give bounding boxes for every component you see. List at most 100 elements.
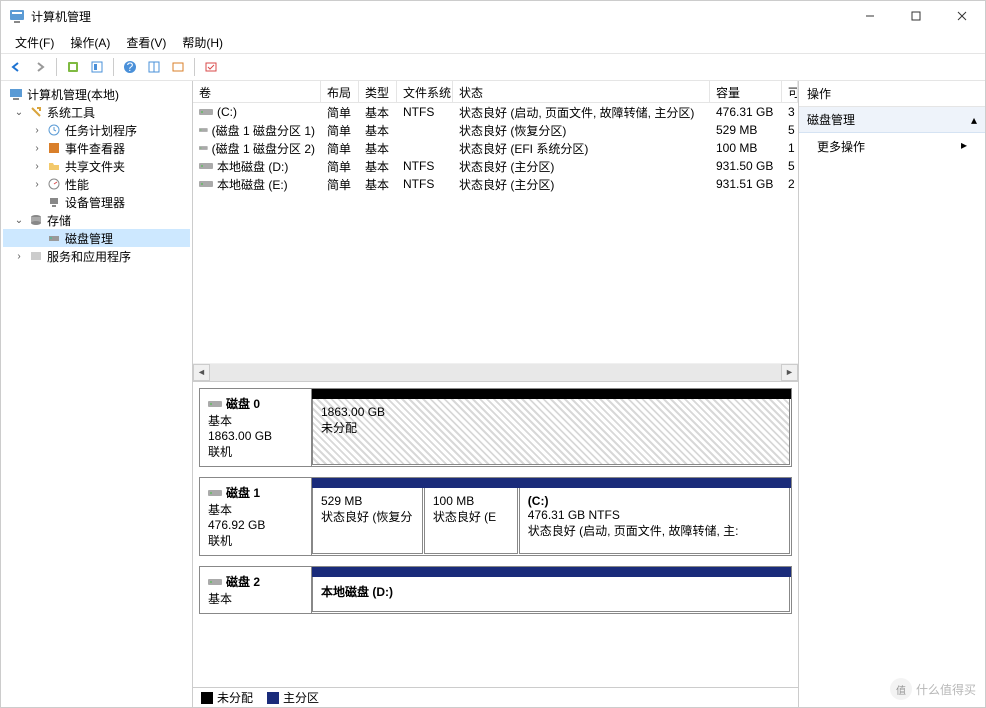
toolbar-btn-1[interactable]	[62, 56, 84, 78]
expand-icon[interactable]: ›	[31, 161, 43, 172]
expand-icon[interactable]: ›	[31, 143, 43, 154]
toolbar-separator	[56, 58, 57, 76]
storage-icon	[28, 212, 44, 228]
col-fs[interactable]: 文件系统	[397, 81, 453, 102]
tree-label: 设备管理器	[65, 194, 125, 211]
partition[interactable]: 100 MB状态良好 (E	[424, 488, 518, 554]
computer-icon	[8, 86, 24, 102]
disk-block[interactable]: 磁盘 0基本1863.00 GB联机1863.00 GB未分配	[199, 388, 792, 467]
app-icon	[9, 8, 25, 24]
toolbar-separator	[113, 58, 114, 76]
scroll-left-icon[interactable]: ◄	[193, 364, 210, 381]
menu-action[interactable]: 操作(A)	[62, 32, 118, 53]
volume-list-header: 卷 布局 类型 文件系统 状态 容量 可	[193, 81, 798, 103]
volume-list[interactable]: (C:)简单基本NTFS状态良好 (启动, 页面文件, 故障转储, 主分区)47…	[193, 103, 798, 193]
close-button[interactable]	[939, 1, 985, 31]
maximize-button[interactable]	[893, 1, 939, 31]
volume-row[interactable]: (磁盘 1 磁盘分区 2)简单基本状态良好 (EFI 系统分区)100 MB1	[193, 139, 798, 157]
tree-label: 事件查看器	[65, 140, 125, 157]
device-icon	[46, 194, 62, 210]
tree-services-apps[interactable]: › 服务和应用程序	[3, 247, 190, 265]
legend-primary: 主分区	[267, 689, 319, 706]
partition[interactable]: 1863.00 GB未分配	[312, 399, 790, 465]
perf-icon	[46, 176, 62, 192]
collapse-icon[interactable]: ▴	[971, 113, 977, 127]
partition[interactable]: 本地磁盘 (D:)	[312, 577, 790, 612]
tree-system-tools[interactable]: ⌄ 系统工具	[3, 103, 190, 121]
center-pane: 卷 布局 类型 文件系统 状态 容量 可 (C:)简单基本NTFS状态良好 (启…	[193, 81, 799, 707]
expand-icon[interactable]: ›	[31, 179, 43, 190]
col-layout[interactable]: 布局	[321, 81, 359, 102]
col-volume[interactable]: 卷	[193, 81, 321, 102]
tree-label: 计算机管理(本地)	[27, 86, 119, 103]
disk-block[interactable]: 磁盘 2基本本地磁盘 (D:)	[199, 566, 792, 614]
tree-performance[interactable]: › 性能	[3, 175, 190, 193]
col-status[interactable]: 状态	[453, 81, 710, 102]
nav-tree[interactable]: 计算机管理(本地) ⌄ 系统工具 › 任务计划程序 › 事件查看器 › 共享文件…	[1, 81, 193, 707]
main-area: 计算机管理(本地) ⌄ 系统工具 › 任务计划程序 › 事件查看器 › 共享文件…	[1, 81, 985, 707]
actions-section[interactable]: 磁盘管理 ▴	[799, 107, 985, 133]
toolbar-btn-2[interactable]	[86, 56, 108, 78]
h-scrollbar[interactable]: ◄ ►	[193, 363, 798, 381]
actions-pane: 操作 磁盘管理 ▴ 更多操作 ▸	[799, 81, 985, 707]
col-type[interactable]: 类型	[359, 81, 397, 102]
minimize-button[interactable]	[847, 1, 893, 31]
partition[interactable]: (C:)476.31 GB NTFS状态良好 (启动, 页面文件, 故障转储, …	[519, 488, 790, 554]
menu-file[interactable]: 文件(F)	[7, 32, 62, 53]
tree-label: 磁盘管理	[65, 230, 113, 247]
toolbar-btn-4[interactable]	[167, 56, 189, 78]
disk-graphic-pane[interactable]: 磁盘 0基本1863.00 GB联机1863.00 GB未分配 磁盘 1基本47…	[193, 381, 798, 687]
legend: 未分配 主分区	[193, 687, 798, 707]
collapse-icon[interactable]: ⌄	[13, 107, 25, 118]
toolbar-separator	[194, 58, 195, 76]
menubar: 文件(F) 操作(A) 查看(V) 帮助(H)	[1, 31, 985, 53]
volume-row[interactable]: (C:)简单基本NTFS状态良好 (启动, 页面文件, 故障转储, 主分区)47…	[193, 103, 798, 121]
col-free[interactable]: 可	[782, 81, 798, 102]
volume-row[interactable]: 本地磁盘 (E:)简单基本NTFS状态良好 (主分区)931.51 GB2	[193, 175, 798, 193]
tree-label: 服务和应用程序	[47, 248, 131, 265]
tools-icon	[28, 104, 44, 120]
titlebar: 计算机管理	[1, 1, 985, 31]
menu-view[interactable]: 查看(V)	[118, 32, 174, 53]
event-icon	[46, 140, 62, 156]
tree-label: 系统工具	[47, 104, 95, 121]
tree-task-scheduler[interactable]: › 任务计划程序	[3, 121, 190, 139]
clock-icon	[46, 122, 62, 138]
collapse-icon[interactable]: ⌄	[13, 215, 25, 226]
scroll-track[interactable]	[210, 364, 781, 381]
disk-block[interactable]: 磁盘 1基本476.92 GB联机529 MB状态良好 (恢复分100 MB状态…	[199, 477, 792, 556]
submenu-icon: ▸	[961, 138, 967, 152]
toolbar: ?	[1, 53, 985, 81]
tree-root[interactable]: 计算机管理(本地)	[3, 85, 190, 103]
forward-button[interactable]	[29, 56, 51, 78]
scroll-right-icon[interactable]: ►	[781, 364, 798, 381]
help-button[interactable]: ?	[119, 56, 141, 78]
tree-event-viewer[interactable]: › 事件查看器	[3, 139, 190, 157]
tree-disk-management[interactable]: 磁盘管理	[3, 229, 190, 247]
volume-row[interactable]: 本地磁盘 (D:)简单基本NTFS状态良好 (主分区)931.50 GB5	[193, 157, 798, 175]
legend-unalloc: 未分配	[201, 689, 253, 706]
window-title: 计算机管理	[31, 8, 847, 25]
tree-storage[interactable]: ⌄ 存储	[3, 211, 190, 229]
expand-icon[interactable]: ›	[31, 125, 43, 136]
watermark: 值 什么值得买	[890, 678, 976, 700]
folder-icon	[46, 158, 62, 174]
tree-label: 任务计划程序	[65, 122, 137, 139]
menu-help[interactable]: 帮助(H)	[174, 32, 231, 53]
tree-label: 存储	[47, 212, 71, 229]
svg-text:?: ?	[127, 60, 134, 74]
partition[interactable]: 529 MB状态良好 (恢复分	[312, 488, 423, 554]
back-button[interactable]	[5, 56, 27, 78]
actions-header: 操作	[799, 81, 985, 107]
disk-icon	[46, 230, 62, 246]
toolbar-btn-3[interactable]	[143, 56, 165, 78]
tree-shared-folders[interactable]: › 共享文件夹	[3, 157, 190, 175]
volume-row[interactable]: (磁盘 1 磁盘分区 1)简单基本状态良好 (恢复分区)529 MB5	[193, 121, 798, 139]
toolbar-btn-5[interactable]	[200, 56, 222, 78]
tree-device-manager[interactable]: 设备管理器	[3, 193, 190, 211]
tree-label: 性能	[65, 176, 89, 193]
tree-label: 共享文件夹	[65, 158, 125, 175]
col-capacity[interactable]: 容量	[710, 81, 782, 102]
expand-icon[interactable]: ›	[13, 251, 25, 262]
actions-more[interactable]: 更多操作 ▸	[799, 133, 985, 160]
